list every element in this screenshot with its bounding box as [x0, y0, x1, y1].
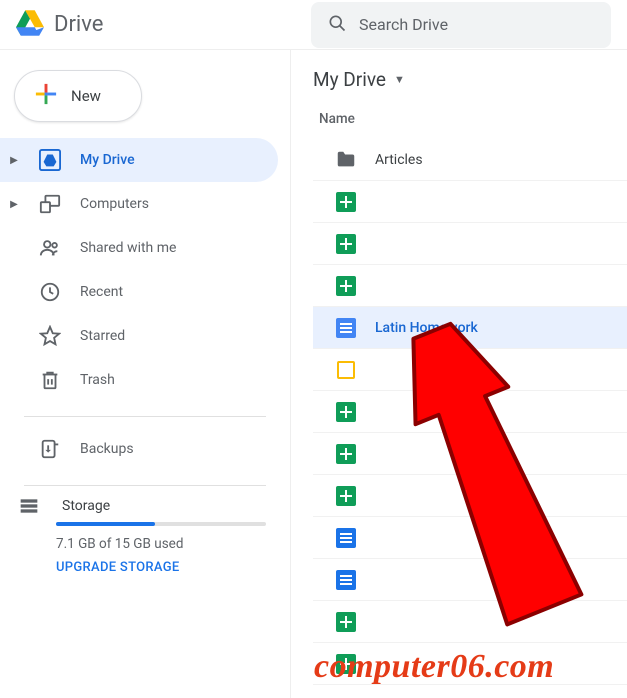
chevron-right-icon: ▶: [8, 155, 20, 166]
file-row[interactable]: Latin Homework: [313, 307, 627, 349]
new-button-label: New: [71, 87, 101, 105]
sidebar-item-computers[interactable]: ▶ Computers: [0, 182, 278, 226]
storage-usage-text: 7.1 GB of 15 GB used: [56, 536, 266, 552]
upgrade-storage-link[interactable]: UPGRADE STORAGE: [56, 560, 266, 575]
sheets-icon: [335, 401, 357, 423]
search-bar[interactable]: Search Drive: [311, 2, 611, 48]
file-row[interactable]: [313, 475, 627, 517]
slides-icon: [335, 359, 357, 381]
sidebar-item-my-drive[interactable]: ▶ My Drive: [0, 138, 278, 182]
sidebar-item-trash[interactable]: Trash: [0, 358, 278, 402]
divider: [24, 485, 266, 486]
file-row[interactable]: [313, 223, 627, 265]
storage-title: Storage: [62, 498, 110, 514]
file-list: Articles Latin Homework: [313, 139, 627, 685]
drive-logo-icon: [16, 10, 44, 40]
chevron-down-icon: ▼: [394, 73, 405, 86]
drive-boxed-icon: [38, 148, 62, 172]
plus-icon: [33, 81, 59, 111]
file-row[interactable]: [313, 433, 627, 475]
file-row-label: Articles: [375, 152, 423, 168]
sidebar-item-label: Computers: [80, 196, 149, 212]
sidebar-item-label: My Drive: [80, 152, 135, 168]
sheets-icon: [335, 443, 357, 465]
backups-icon: [38, 437, 62, 461]
storage-block: 7.1 GB of 15 GB used UPGRADE STORAGE: [0, 516, 290, 575]
file-row-label: Latin Homework: [375, 320, 478, 336]
file-row[interactable]: [313, 643, 627, 685]
divider: [24, 416, 266, 417]
file-row[interactable]: [313, 349, 627, 391]
storage-fill: [56, 522, 155, 526]
file-row[interactable]: [313, 181, 627, 223]
sidebar-item-label: Backups: [80, 441, 134, 457]
file-row[interactable]: [313, 559, 627, 601]
file-row[interactable]: [313, 265, 627, 307]
folder-icon: [335, 149, 357, 171]
computers-icon: [38, 192, 62, 216]
file-row[interactable]: [313, 391, 627, 433]
column-header-name[interactable]: Name: [313, 111, 627, 127]
trash-icon: [38, 368, 62, 392]
sidebar-item-shared[interactable]: Shared with me: [0, 226, 278, 270]
search-icon: [327, 13, 347, 37]
file-row[interactable]: [313, 601, 627, 643]
storage-bar: [56, 522, 266, 526]
main-content: My Drive ▼ Name Articles Latin Homework: [290, 50, 627, 698]
sidebar-item-label: Starred: [80, 328, 125, 344]
shared-icon: [38, 236, 62, 260]
sheets-icon: [335, 485, 357, 507]
sidebar-item-storage[interactable]: Storage: [0, 496, 290, 516]
new-button[interactable]: New: [14, 70, 142, 122]
sheets-icon: [335, 275, 357, 297]
star-icon: [38, 324, 62, 348]
docs-icon: [335, 317, 357, 339]
sidebar-nav: ▶ My Drive ▶ Computers Shared with me: [0, 138, 290, 402]
logo-area: Drive: [16, 10, 103, 40]
clock-icon: [38, 280, 62, 304]
sidebar-item-recent[interactable]: Recent: [0, 270, 278, 314]
search-placeholder: Search Drive: [359, 15, 448, 34]
sidebar-item-label: Shared with me: [80, 240, 176, 256]
chevron-right-icon: ▶: [8, 199, 20, 210]
docs-icon: [335, 569, 357, 591]
storage-icon: [18, 496, 40, 516]
sidebar: New ▶ My Drive ▶ Computers: [0, 50, 290, 698]
sidebar-item-backups[interactable]: Backups: [0, 427, 278, 471]
sheets-icon: [335, 191, 357, 213]
file-row[interactable]: Articles: [313, 139, 627, 181]
docs-icon: [335, 527, 357, 549]
sidebar-item-starred[interactable]: Starred: [0, 314, 278, 358]
sheets-icon: [335, 653, 357, 675]
header: Drive Search Drive: [0, 0, 627, 50]
sidebar-item-label: Recent: [80, 284, 123, 300]
brand-title: Drive: [54, 12, 103, 37]
sheets-icon: [335, 611, 357, 633]
breadcrumb[interactable]: My Drive ▼: [313, 68, 627, 91]
sheets-icon: [335, 233, 357, 255]
sidebar-item-label: Trash: [80, 372, 115, 388]
file-row[interactable]: [313, 517, 627, 559]
breadcrumb-label: My Drive: [313, 68, 386, 91]
